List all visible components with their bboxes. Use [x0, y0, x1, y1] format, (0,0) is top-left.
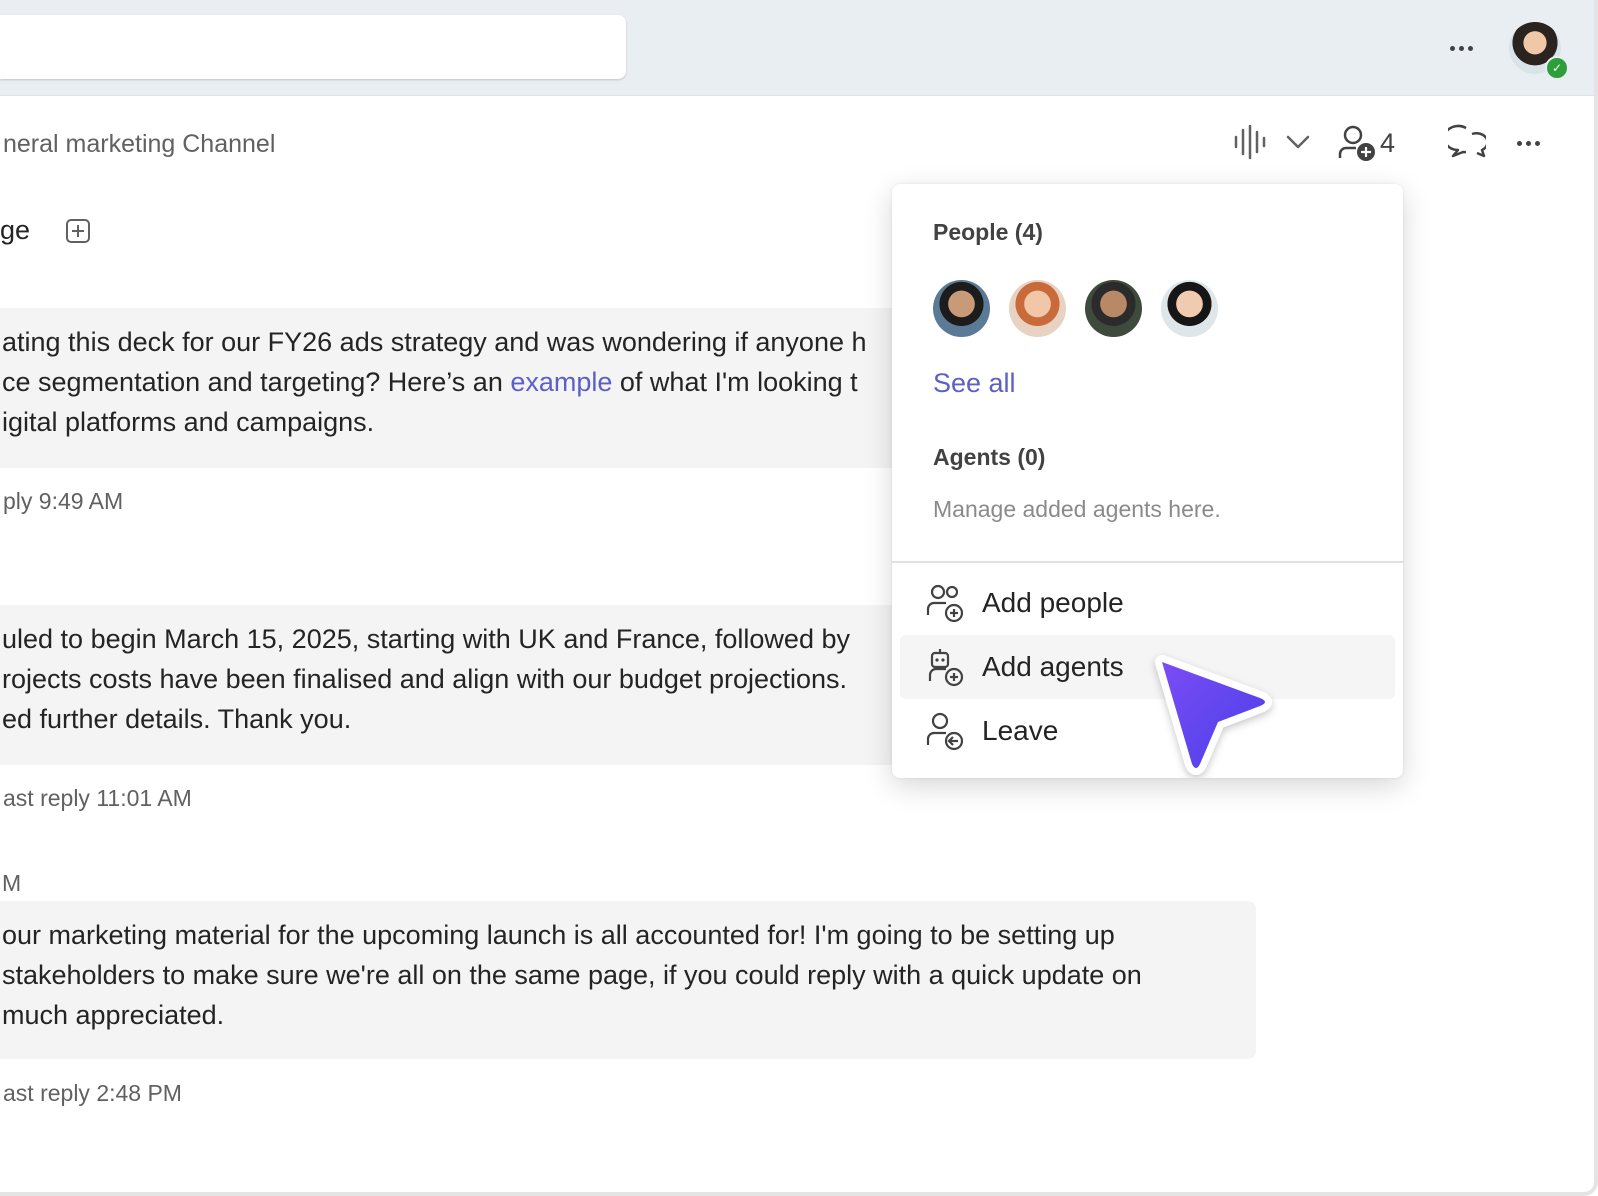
search-input[interactable] — [0, 15, 626, 79]
leave-icon — [926, 712, 964, 751]
app-window: ✓ neral marketing Channel 4 ge ating thi… — [0, 0, 1598, 1196]
person-avatar-2[interactable] — [1009, 280, 1066, 337]
message-timestamp: M — [2, 870, 22, 896]
add-people-icon — [926, 584, 964, 623]
more-options-icon[interactable] — [1517, 141, 1540, 146]
menu-item-label: Leave — [982, 715, 1059, 746]
message-bubble[interactable]: our marketing material for the upcoming … — [0, 901, 1256, 1059]
member-count[interactable]: 4 — [1380, 128, 1395, 159]
pointer-cursor-icon — [1155, 655, 1272, 775]
message-line: uled to begin March 15, 2025, starting w… — [2, 624, 850, 654]
add-agents-icon — [928, 649, 964, 687]
message-line: much appreciated. — [2, 1000, 225, 1030]
people-add-icon[interactable] — [1338, 124, 1378, 164]
see-all-link[interactable]: See all — [933, 368, 1016, 399]
last-reply-meta[interactable]: ast reply 2:48 PM — [3, 1080, 182, 1107]
last-reply-meta[interactable]: ply 9:49 AM — [3, 488, 123, 515]
people-avatars — [933, 280, 1218, 337]
message-line: rojects costs have been finalised and al… — [2, 664, 848, 694]
last-reply-meta[interactable]: ast reply 11:01 AM — [3, 785, 192, 812]
title-bar: ✓ — [0, 0, 1594, 96]
divider — [892, 561, 1403, 563]
chevron-down-icon[interactable] — [1286, 134, 1310, 150]
message-line: ating this deck for our FY26 ads strateg… — [2, 327, 867, 357]
add-people-menu-item[interactable]: Add people — [900, 571, 1395, 635]
audio-call-icon[interactable] — [1232, 124, 1268, 160]
agents-note: Manage added agents here. — [933, 496, 1221, 522]
message-bubble[interactable]: ating this deck for our FY26 ads strateg… — [0, 308, 898, 468]
channel-title: neral marketing Channel — [3, 130, 276, 158]
person-avatar-4[interactable] — [1161, 280, 1218, 337]
people-section-title: People (4) — [933, 219, 1043, 245]
menu-item-label: Add agents — [982, 651, 1124, 682]
chat-icon[interactable] — [1448, 124, 1486, 160]
presence-available-icon: ✓ — [1545, 56, 1569, 80]
message-line: stakeholders to make sure we're all on t… — [2, 960, 1142, 990]
agents-section-title: Agents (0) — [933, 444, 1046, 470]
message-line: our marketing material for the upcoming … — [2, 920, 1115, 950]
person-avatar-1[interactable] — [933, 280, 990, 337]
settings-more-icon[interactable] — [1450, 46, 1473, 51]
tab-label[interactable]: ge — [0, 215, 30, 246]
message-bubble[interactable]: uled to begin March 15, 2025, starting w… — [0, 605, 898, 765]
message-line: igital platforms and campaigns. — [2, 407, 375, 437]
example-link[interactable]: example — [510, 367, 612, 397]
person-avatar-3[interactable] — [1085, 280, 1142, 337]
message-line: ce segmentation and targeting? Here’s an… — [2, 367, 858, 397]
add-tab-icon[interactable] — [66, 219, 90, 243]
menu-item-label: Add people — [982, 587, 1124, 618]
message-line: ed further details. Thank you. — [2, 704, 352, 734]
